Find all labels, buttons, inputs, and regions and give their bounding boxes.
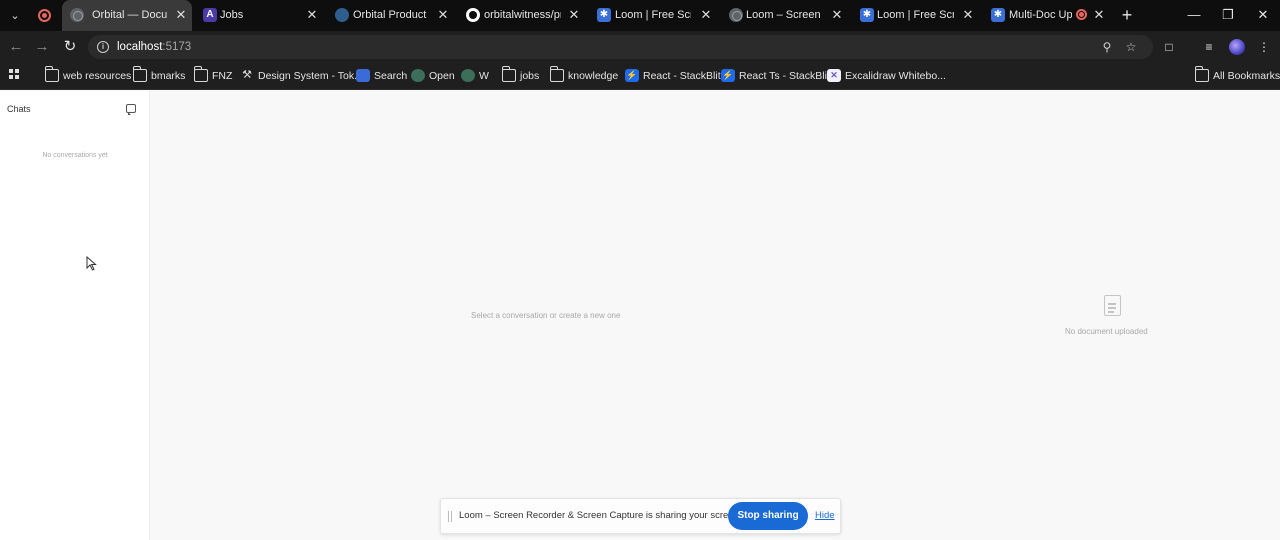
tab-title: Loom – Screen Rec <box>746 9 823 21</box>
tab-title: Orbital Product Eng <box>353 9 429 21</box>
media-controls-icon[interactable]: ≡ <box>1201 39 1217 55</box>
back-arrow-icon[interactable]: ← <box>7 38 25 56</box>
chats-sidebar: Chats No conversations yet <box>0 91 150 540</box>
url-port: :5173 <box>162 41 192 53</box>
close-tab-icon[interactable]: ✕ <box>1092 7 1106 23</box>
tab-loom-1[interactable]: Loom | Free Screen ✕ <box>589 0 719 31</box>
empty-conversations-text: No conversations yet <box>42 152 108 159</box>
bookmark-star-icon[interactable]: ☆ <box>1123 39 1139 55</box>
bookmark-label: Design System - Tok... <box>258 70 363 82</box>
recording-icon <box>1076 9 1087 20</box>
forward-arrow-icon[interactable]: → <box>33 38 51 56</box>
stackblitz-icon: ⚡ <box>721 69 735 82</box>
bookmark-label: bmarks <box>151 70 186 82</box>
site-info-icon[interactable]: i <box>97 41 109 53</box>
chat-main-area: Select a conversation or create a new on… <box>151 91 1280 540</box>
url-host: localhost <box>117 41 163 53</box>
zoom-search-icon[interactable]: ⚲ <box>1099 39 1115 55</box>
apps-grid-icon[interactable] <box>9 69 21 81</box>
excalidraw-icon: ✕ <box>827 69 841 82</box>
loom-icon <box>991 8 1005 22</box>
folder-icon <box>132 66 147 82</box>
mouse-cursor-icon <box>86 256 97 271</box>
hide-link[interactable]: Hide <box>815 510 835 521</box>
bookmark-label: knowledge <box>568 70 619 82</box>
bookmark-label: React - StackBlitz <box>643 70 726 82</box>
no-document-text: No document uploaded <box>1065 327 1148 336</box>
bookmark-label: Search <box>374 70 408 82</box>
drag-handle-icon[interactable] <box>448 511 452 522</box>
tab-orbital-product-eng[interactable]: Orbital Product Eng ✕ <box>327 0 457 31</box>
close-tab-icon[interactable]: ✕ <box>830 7 844 23</box>
tab-github-repo[interactable]: orbitalwitness/prod ✕ <box>458 0 588 31</box>
reload-icon[interactable]: ↻ <box>61 38 79 56</box>
folder-icon <box>193 66 208 82</box>
tab-loom-2[interactable]: Loom – Screen Rec ✕ <box>721 0 851 31</box>
tab-orbital-documents[interactable]: Orbital — Documen ✕ <box>62 0 192 31</box>
bookmark-label: W <box>479 70 489 82</box>
new-tab-button[interactable]: + <box>1118 6 1136 24</box>
bookmark-label: All Bookmarks <box>1213 70 1280 82</box>
tab-loom-3[interactable]: Loom | Free Screen ✕ <box>852 0 982 31</box>
share-message: Loom – Screen Recorder & Screen Capture … <box>459 510 742 521</box>
stop-sharing-button[interactable]: Stop sharing <box>728 502 808 530</box>
document-icon <box>1104 295 1121 316</box>
tab-title: Orbital — Documen <box>92 9 168 21</box>
globe-icon <box>70 8 84 22</box>
orbital-icon <box>335 8 349 22</box>
folder-icon <box>44 66 59 82</box>
close-tab-icon[interactable]: ✕ <box>961 7 975 23</box>
tools-icon: ⚒ <box>242 69 252 81</box>
menu-kebab-icon[interactable]: ⋮ <box>1256 39 1272 55</box>
bookmark-label: React Ts - StackBlitz <box>739 70 836 82</box>
extensions-icon[interactable]: □ <box>1161 39 1177 55</box>
empty-chat-text: Select a conversation or create a new on… <box>471 311 621 320</box>
new-chat-icon[interactable] <box>126 104 136 115</box>
close-tab-icon[interactable]: ✕ <box>305 7 319 23</box>
bookmark-label: Open <box>429 70 455 82</box>
minimize-icon[interactable]: — <box>1184 6 1204 24</box>
bookmark-label: Excalidraw Whitebo... <box>845 70 946 82</box>
profile-avatar[interactable] <box>1229 39 1245 55</box>
restore-icon[interactable]: ❐ <box>1218 6 1238 24</box>
url-text[interactable]: localhost:5173 <box>117 40 191 54</box>
close-tab-icon[interactable]: ✕ <box>436 7 450 23</box>
a-logo-icon: A <box>203 8 217 22</box>
folder-icon <box>501 66 516 82</box>
screen-share-bar: Loom – Screen Recorder & Screen Capture … <box>440 498 841 534</box>
search-site-icon <box>356 69 370 82</box>
tab-search-chevron-icon[interactable]: ⌄ <box>6 8 24 24</box>
loom-icon <box>860 8 874 22</box>
bookmarks-bar: web resources bmarks FNZ ⚒ Design System… <box>0 63 1280 90</box>
close-window-icon[interactable]: ✕ <box>1253 6 1273 24</box>
sidebar-title: Chats <box>7 104 31 114</box>
tab-jobs[interactable]: A Jobs ✕ <box>195 0 325 31</box>
browser-toolbar: ← → ↻ i localhost:5173 ⚲ ☆ □ ≡ ⋮ <box>0 31 1280 63</box>
stackblitz-icon: ⚡ <box>625 69 639 82</box>
recording-indicator-icon <box>38 9 51 22</box>
bookmark-label: jobs <box>520 70 540 82</box>
tab-title: Jobs <box>220 9 244 21</box>
tab-title: Multi-Doc Uplo <box>1009 9 1072 21</box>
folder-icon <box>1194 66 1209 82</box>
folder-icon <box>549 66 564 82</box>
globe-icon <box>729 8 743 22</box>
globe-icon <box>411 69 425 82</box>
bookmark-label: web resources <box>63 70 132 82</box>
close-tab-icon[interactable]: ✕ <box>567 7 581 23</box>
address-bar[interactable]: i localhost:5173 ⚲ ☆ <box>88 35 1153 59</box>
close-tab-icon[interactable]: ✕ <box>699 7 713 23</box>
close-tab-icon[interactable]: ✕ <box>174 7 188 23</box>
bookmark-label: FNZ <box>212 70 233 82</box>
tab-multi-doc-upload[interactable]: Multi-Doc Uplo ✕ <box>983 0 1113 31</box>
browser-tab-strip: ⌄ Orbital — Documen ✕ A Jobs ✕ Orbital P… <box>0 0 1280 31</box>
globe-icon <box>461 69 475 82</box>
tab-title: Loom | Free Screen <box>877 9 954 21</box>
tab-title: orbitalwitness/prod <box>484 9 561 21</box>
github-icon <box>466 8 480 22</box>
loom-icon <box>597 8 611 22</box>
tab-title: Loom | Free Screen <box>615 9 691 21</box>
